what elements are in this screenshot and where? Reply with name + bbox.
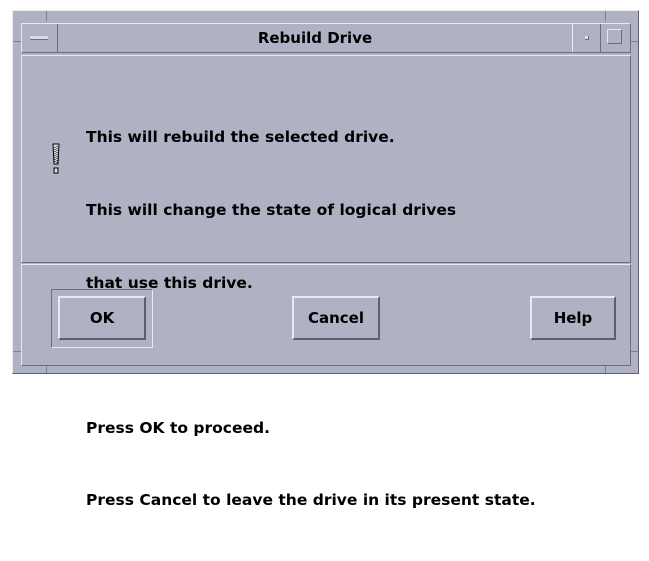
- frame-resize-tick[interactable]: [46, 11, 47, 21]
- message-line: This will change the state of logical dr…: [86, 201, 457, 220]
- maximize-button[interactable]: [600, 24, 630, 52]
- frame-resize-tick[interactable]: [605, 11, 606, 21]
- button-area: OK Cancel Help: [21, 264, 631, 366]
- ok-button[interactable]: OK: [58, 296, 146, 340]
- window-menu-icon: [30, 36, 48, 40]
- window-title: Rebuild Drive: [257, 29, 373, 47]
- frame-resize-tick[interactable]: [13, 41, 21, 42]
- minimize-button[interactable]: [572, 24, 600, 52]
- cancel-button[interactable]: Cancel: [292, 296, 380, 340]
- frame-resize-tick[interactable]: [13, 351, 21, 352]
- rebuild-drive-dialog: Rebuild Drive This will rebuild the sele…: [12, 10, 639, 509]
- frame-resize-tick[interactable]: [630, 351, 638, 352]
- help-button[interactable]: Help: [530, 296, 616, 340]
- message-area: This will rebuild the selected drive. Th…: [21, 55, 631, 509]
- message-line: Press OK to proceed.: [86, 418, 270, 437]
- frame-resize-tick[interactable]: [605, 365, 606, 373]
- message-line: Press Cancel to leave the drive in its p…: [86, 491, 536, 510]
- title-bar[interactable]: Rebuild Drive: [21, 23, 631, 53]
- frame-resize-tick[interactable]: [46, 365, 47, 373]
- minimize-icon: [585, 36, 589, 40]
- window-menu-button[interactable]: [22, 24, 58, 52]
- exclamation-warning-icon: [52, 143, 60, 174]
- maximize-icon: [607, 29, 622, 44]
- message-line: This will rebuild the selected drive.: [86, 128, 395, 147]
- frame-resize-tick[interactable]: [630, 41, 638, 42]
